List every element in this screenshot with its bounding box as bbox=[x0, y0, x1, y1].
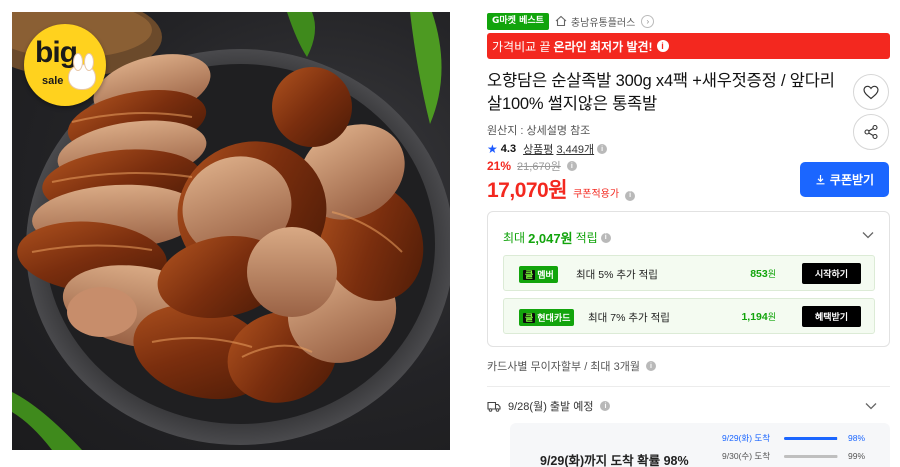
hyundai-card-tag: 클 현대카드 bbox=[519, 309, 575, 326]
arrival-line: 9/30(수) 도착 99% bbox=[722, 450, 865, 462]
reward-desc: 최대 7% 추가 적립 bbox=[588, 312, 670, 324]
reward-item-member: 클 멤버 최대 5% 추가 적립 853원 시작하기 bbox=[503, 255, 875, 291]
rating-score: 4.3 bbox=[500, 143, 517, 155]
arrival-bar-fill bbox=[784, 454, 838, 458]
arrival-bar bbox=[784, 454, 838, 458]
badge-sale-text: sale bbox=[42, 75, 64, 87]
info-icon[interactable]: i bbox=[597, 144, 608, 154]
chevron-right-icon: › bbox=[641, 14, 655, 28]
arrival-date: 9/29(화) 도착 bbox=[722, 433, 771, 443]
reward-suffix: 적립 bbox=[575, 231, 598, 245]
reward-item-hyundai-card: 클 현대카드 최대 7% 추가 적립 1,194원 혜택받기 bbox=[503, 298, 875, 334]
rating-row: ★ 4.3 상품평 3,449개 i bbox=[487, 141, 608, 157]
info-icon[interactable]: i bbox=[566, 161, 577, 171]
chevron-down-icon[interactable] bbox=[861, 228, 875, 242]
discount-row: 21% 21,670원 i bbox=[487, 158, 577, 174]
reward-prefix: 최대 bbox=[503, 231, 526, 245]
price-compare-banner[interactable]: 가격비교 끝 온라인 최저가 발견! i bbox=[487, 33, 890, 59]
sale-price: 17,070원 bbox=[487, 179, 568, 202]
arrival-main-text: 9/29(화)까지 도착 확률 98% bbox=[540, 454, 689, 467]
info-icon[interactable]: i bbox=[656, 40, 669, 52]
reward-amount: 2,047원 bbox=[528, 231, 573, 246]
member-tag: 클 멤버 bbox=[519, 266, 558, 283]
download-icon bbox=[816, 175, 825, 185]
coupon-button-label: 쿠폰받기 bbox=[829, 173, 875, 187]
divider bbox=[487, 386, 890, 387]
truck-icon bbox=[487, 401, 501, 412]
info-icon[interactable]: i bbox=[600, 401, 611, 411]
info-icon[interactable]: i bbox=[645, 361, 656, 371]
big-sale-badge: big sale bbox=[24, 24, 106, 106]
store-name: 충남유통플러스 bbox=[570, 17, 636, 29]
reward-desc: 최대 5% 추가 적립 bbox=[576, 269, 658, 281]
banner-prefix: 가격비교 끝 bbox=[492, 39, 551, 54]
header-row: G마켓 베스트 충남유통플러스 › bbox=[487, 12, 655, 30]
arrival-date: 9/30(수) 도착 bbox=[722, 451, 771, 461]
product-title: 오향담은 순살족발 300g x4팩 +새우젓증정 / 앞다리살100% 썰지않… bbox=[487, 72, 835, 113]
coupon-download-button[interactable]: 쿠폰받기 bbox=[800, 162, 889, 197]
installment-info: 카드사별 무이자할부 / 최대 3개월 i bbox=[487, 358, 656, 374]
reward-header[interactable]: 최대 2,047원 적립 i bbox=[503, 228, 611, 247]
arrival-percent: 98% bbox=[848, 433, 866, 443]
chevron-down-icon[interactable] bbox=[864, 399, 878, 413]
reward-value: 853원 bbox=[750, 267, 776, 280]
share-icon bbox=[864, 124, 878, 140]
reward-value-unit: 원 bbox=[767, 312, 776, 322]
star-icon: ★ bbox=[487, 142, 498, 156]
tag-k: 클 bbox=[523, 270, 536, 280]
info-icon[interactable]: i bbox=[625, 190, 636, 201]
discount-rate: 21% bbox=[487, 159, 512, 173]
badge-big-text: big bbox=[35, 36, 78, 69]
arrival-bar bbox=[784, 436, 838, 440]
coupon-applied-label: 쿠폰적용가 bbox=[573, 189, 620, 200]
share-button[interactable] bbox=[853, 114, 889, 150]
arrival-bar-fill bbox=[784, 436, 837, 440]
heart-icon bbox=[863, 85, 879, 99]
departure-text: 9/28(월) 출발 예정 bbox=[508, 401, 594, 413]
review-label[interactable]: 상품평 bbox=[523, 141, 553, 157]
product-info-panel: G마켓 베스트 충남유통플러스 › 가격비교 끝 온라인 최저가 발견! i 오… bbox=[487, 0, 892, 467]
arrival-line: 9/29(화) 도착 98% bbox=[722, 432, 865, 444]
shipping-row[interactable]: 9/28(월) 출발 예정 i bbox=[487, 398, 611, 414]
price-row: 17,070원 쿠폰적용가 i bbox=[487, 174, 636, 204]
original-price: 21,670원 bbox=[517, 161, 561, 173]
wishlist-button[interactable] bbox=[853, 74, 889, 110]
arrival-probability-box: 9/29(화)까지 도착 확률 98% 9/29(화) 도착 98% 9/30(… bbox=[510, 423, 890, 467]
banner-emphasis: 온라인 최저가 발견! bbox=[553, 39, 653, 54]
reward-value: 1,194원 bbox=[741, 310, 776, 323]
tag-name: 현대카드 bbox=[537, 313, 571, 323]
tag-name: 멤버 bbox=[537, 270, 554, 280]
review-count[interactable]: 3,449개 bbox=[556, 141, 594, 157]
origin-info: 원산지 : 상세설명 참조 bbox=[487, 125, 591, 137]
reward-box: 최대 2,047원 적립 i 클 멤버 최대 5% 추가 적립 853원 시작하기… bbox=[487, 211, 890, 347]
reward-value-amount: 1,194 bbox=[741, 311, 768, 323]
bunny-mascot-icon bbox=[68, 53, 96, 90]
gbest-badge: G마켓 베스트 bbox=[487, 12, 549, 30]
card-benefit-button[interactable]: 혜택받기 bbox=[802, 306, 861, 327]
info-icon[interactable]: i bbox=[600, 232, 611, 243]
store-link[interactable]: 충남유통플러스 › bbox=[555, 14, 655, 29]
reward-value-unit: 원 bbox=[767, 269, 776, 279]
tag-k: 클 bbox=[523, 313, 536, 323]
house-icon bbox=[555, 15, 567, 27]
arrival-percent: 99% bbox=[848, 451, 866, 461]
member-start-button[interactable]: 시작하기 bbox=[802, 263, 861, 284]
reward-value-amount: 853 bbox=[750, 268, 768, 280]
product-image[interactable]: big sale bbox=[12, 12, 450, 450]
installment-text: 카드사별 무이자할부 / 최대 3개월 bbox=[487, 361, 640, 373]
